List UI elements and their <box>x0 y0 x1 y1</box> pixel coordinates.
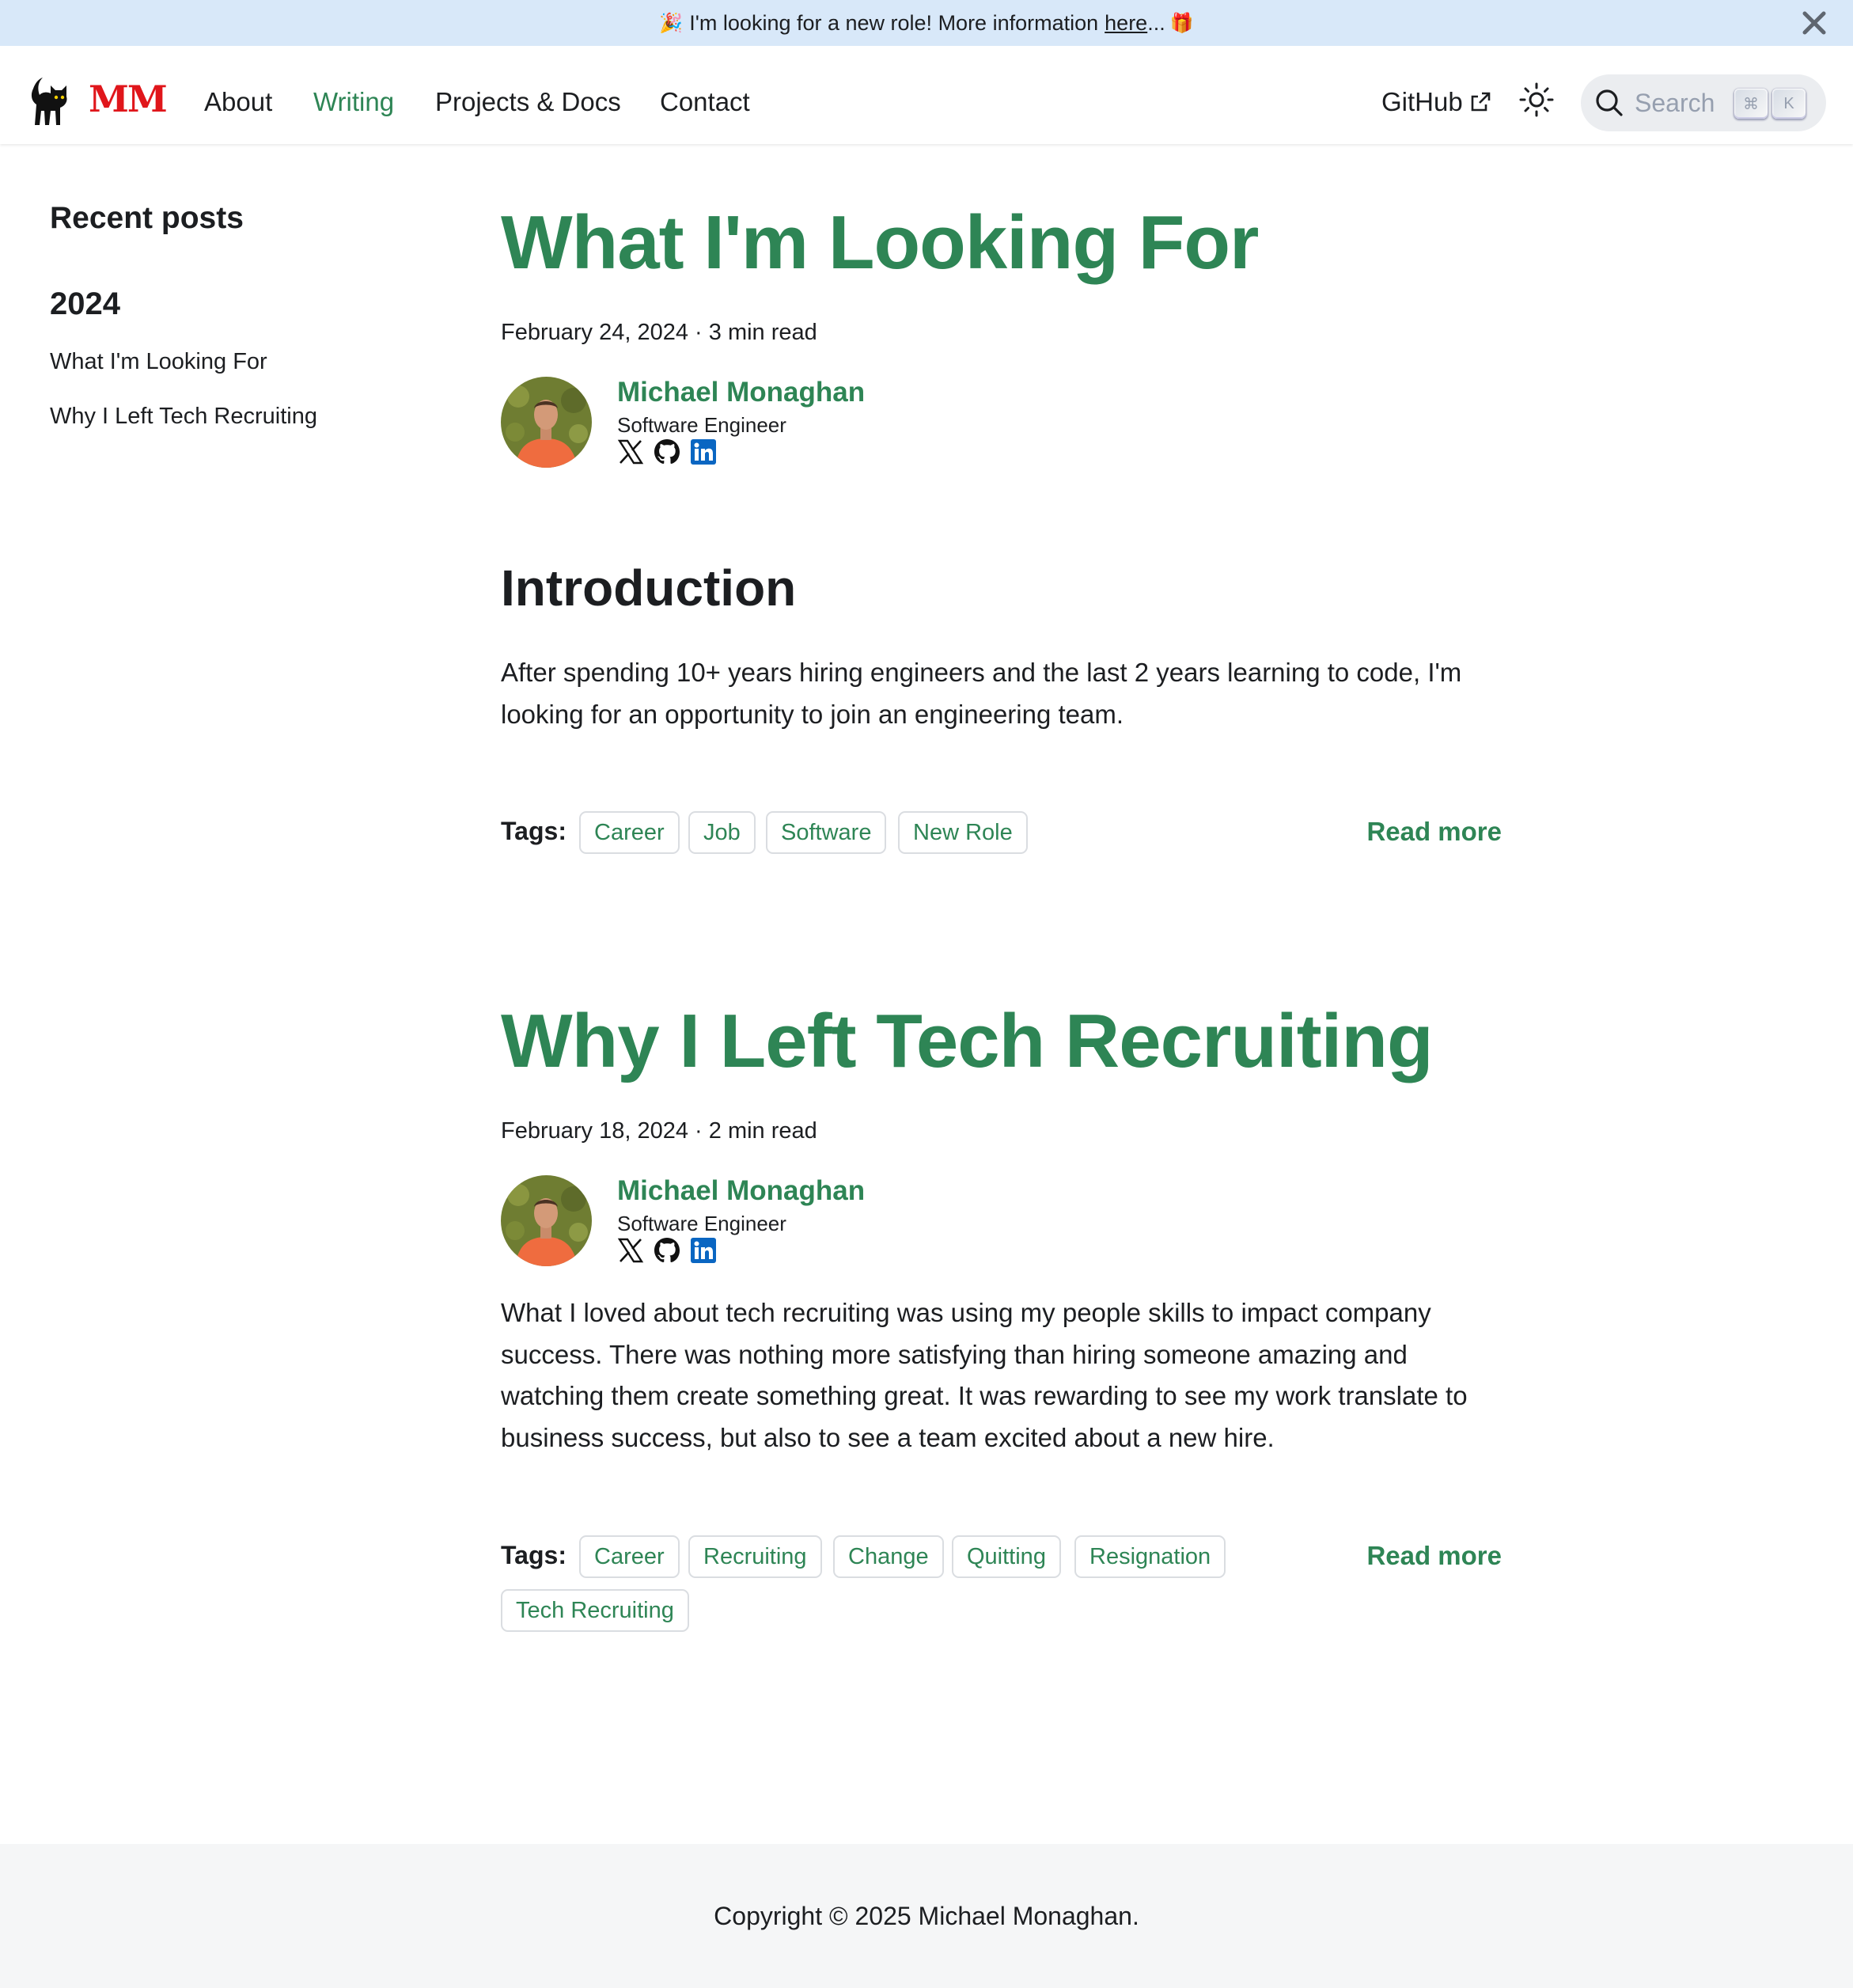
post-meta: February 18, 2024 · 2 min read <box>501 1118 817 1144</box>
nav-about[interactable]: About <box>204 87 272 117</box>
tag-career[interactable]: Career <box>579 1535 680 1578</box>
read-more-link[interactable]: Read more <box>1366 1541 1502 1571</box>
tags-label: Tags: <box>501 1541 567 1569</box>
search-input[interactable] <box>1635 85 1737 120</box>
announcement-link[interactable]: here <box>1105 11 1147 36</box>
logo-text[interactable]: MM <box>89 78 168 120</box>
post-title[interactable]: What I'm Looking For <box>501 199 1259 286</box>
search-icon <box>1596 89 1623 116</box>
copyright-text: Copyright © 2025 Michael Monaghan. <box>714 1901 1139 1930</box>
navbar: MM About Writing Projects & Docs Contact… <box>0 46 1853 144</box>
tag-job[interactable]: Job <box>688 811 756 854</box>
read-more-link[interactable]: Read more <box>1366 817 1502 847</box>
nav-github[interactable]: GitHub <box>1381 87 1491 117</box>
tag-quitting[interactable]: Quitting <box>952 1535 1061 1578</box>
x-twitter-icon[interactable] <box>617 1237 644 1264</box>
post-excerpt: After spending 10+ years hiring engineer… <box>501 658 1462 729</box>
author-photo <box>501 1175 592 1266</box>
announcement-bar: 🎉 I'm looking for a new role! More infor… <box>0 0 1853 46</box>
nav-contact[interactable]: Contact <box>660 87 750 117</box>
tag-career[interactable]: Career <box>579 811 680 854</box>
author-photo <box>501 377 592 468</box>
author-socials <box>617 438 717 465</box>
linkedin-icon[interactable] <box>690 1237 717 1264</box>
post-meta: February 24, 2024 · 3 min read <box>501 320 817 345</box>
tags-label: Tags: <box>501 817 567 845</box>
section-heading: Introduction <box>501 560 797 617</box>
search-box[interactable]: ⌘ K <box>1581 74 1826 131</box>
kbd-cmd: ⌘ <box>1734 89 1768 119</box>
kbd-k: K <box>1772 89 1806 119</box>
x-twitter-icon[interactable] <box>617 438 644 465</box>
author-title: Software Engineer <box>617 413 786 437</box>
author-name[interactable]: Michael Monaghan <box>617 377 865 408</box>
author-title: Software Engineer <box>617 1212 786 1235</box>
avatar[interactable] <box>501 1175 592 1266</box>
github-icon[interactable] <box>654 1237 680 1264</box>
linkedin-icon[interactable] <box>690 438 717 465</box>
sidebar-item-what-im-looking-for[interactable]: What I'm Looking For <box>50 349 267 375</box>
post-excerpt: What I loved about tech recruiting was u… <box>501 1298 1468 1452</box>
footer: Copyright © 2025 Michael Monaghan. <box>0 1844 1853 1988</box>
nav-writing[interactable]: Writing <box>313 87 394 117</box>
external-link-icon <box>1471 92 1491 112</box>
github-label: GitHub <box>1381 87 1463 116</box>
sidebar-item-why-i-left-tech-recruiting[interactable]: Why I Left Tech Recruiting <box>50 404 317 430</box>
close-icon[interactable] <box>1799 8 1829 38</box>
author-socials <box>617 1237 717 1264</box>
tag-change[interactable]: Change <box>833 1535 944 1578</box>
gift-emoji: 🎁 <box>1169 12 1194 34</box>
cat-logo-icon[interactable] <box>27 74 71 127</box>
sun-icon[interactable] <box>1518 81 1556 119</box>
nav-projects-docs[interactable]: Projects & Docs <box>435 87 621 117</box>
tag-software[interactable]: Software <box>766 811 887 854</box>
tag-tech-recruiting[interactable]: Tech Recruiting <box>501 1589 689 1632</box>
github-icon[interactable] <box>654 438 680 465</box>
author-name[interactable]: Michael Monaghan <box>617 1175 865 1207</box>
tag-new-role[interactable]: New Role <box>898 811 1028 854</box>
sidebar-year: 2024 <box>50 286 120 321</box>
tag-resignation[interactable]: Resignation <box>1074 1535 1226 1578</box>
tag-recruiting[interactable]: Recruiting <box>688 1535 822 1578</box>
announcement-text: I'm looking for a new role! More informa… <box>689 10 1099 35</box>
party-emoji: 🎉 <box>659 12 684 34</box>
sidebar-title: Recent posts <box>50 201 244 235</box>
post-title[interactable]: Why I Left Tech Recruiting <box>501 998 1434 1085</box>
avatar[interactable] <box>501 377 592 468</box>
announcement-ellipsis: ... <box>1147 10 1165 35</box>
